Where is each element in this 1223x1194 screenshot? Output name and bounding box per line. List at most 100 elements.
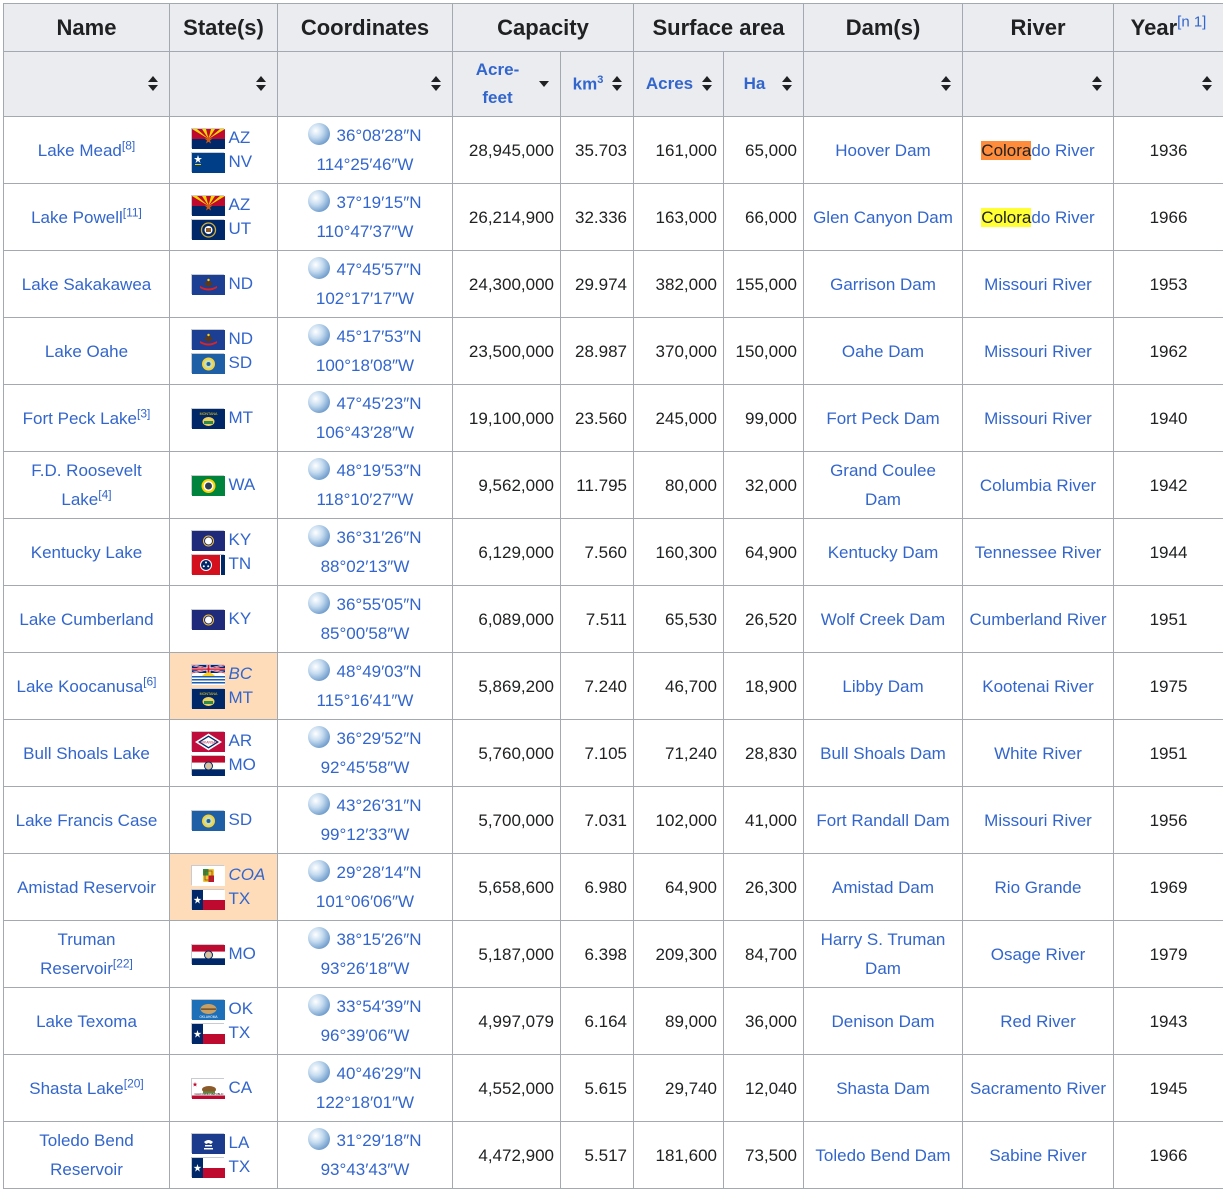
sort-acres-button[interactable]: Acres bbox=[634, 52, 724, 117]
dam-link[interactable]: Fort Peck Dam bbox=[826, 409, 939, 428]
river-link[interactable]: Rio Grande bbox=[995, 878, 1082, 897]
river-link[interactable]: Sacramento River bbox=[970, 1079, 1106, 1098]
river-link[interactable]: Colorado River bbox=[981, 141, 1094, 160]
latitude[interactable]: 47°45′23″N bbox=[336, 394, 421, 413]
river-link[interactable]: Missouri River bbox=[984, 342, 1092, 361]
header-acres[interactable]: Acres bbox=[646, 74, 693, 94]
coordinates-link[interactable]: 45°17′53″N 100°18′08″W bbox=[308, 322, 421, 380]
sort-year-button[interactable] bbox=[1114, 52, 1223, 117]
lake-link[interactable]: Lake Koocanusa bbox=[17, 677, 144, 696]
longitude[interactable]: 93°43′43″W bbox=[321, 1160, 410, 1179]
dam-link[interactable]: Amistad Dam bbox=[832, 878, 934, 897]
dam-link[interactable]: Fort Randall Dam bbox=[816, 811, 949, 830]
lake-link[interactable]: Toledo Bend Reservoir bbox=[39, 1131, 134, 1179]
longitude[interactable]: 118°10′27″W bbox=[317, 490, 414, 509]
latitude[interactable]: 48°49′03″N bbox=[336, 662, 421, 681]
longitude[interactable]: 85°00′58″W bbox=[321, 624, 410, 643]
longitude[interactable]: 100°18′08″W bbox=[316, 356, 414, 375]
river-link[interactable]: Missouri River bbox=[984, 409, 1092, 428]
lake-link[interactable]: Lake Powell bbox=[31, 208, 123, 227]
latitude[interactable]: 29°28′14″N bbox=[336, 863, 421, 882]
coordinates-link[interactable]: 37°19′15″N110°47′37″W bbox=[308, 188, 421, 246]
sort-dams-button[interactable] bbox=[804, 52, 963, 117]
dam-link[interactable]: Oahe Dam bbox=[842, 342, 924, 361]
latitude[interactable]: 45°17′53″N bbox=[336, 327, 421, 346]
state-link[interactable]: MT bbox=[229, 688, 257, 708]
state-link[interactable]: TX bbox=[229, 1157, 257, 1177]
dam-link[interactable]: Toledo Bend Dam bbox=[815, 1146, 950, 1165]
river-link[interactable]: Missouri River bbox=[984, 275, 1092, 294]
state-link[interactable]: MO bbox=[229, 755, 257, 775]
river-link[interactable]: Columbia River bbox=[980, 476, 1096, 495]
river-link[interactable]: Colorado River bbox=[981, 208, 1094, 227]
lake-link[interactable]: Shasta Lake bbox=[29, 1079, 124, 1098]
lake-link[interactable]: Lake Cumberland bbox=[19, 610, 153, 629]
state-link[interactable]: MT bbox=[229, 408, 257, 428]
dam-link[interactable]: Wolf Creek Dam bbox=[821, 610, 945, 629]
header-acre-feet[interactable]: Acre-feet bbox=[474, 56, 522, 112]
state-link[interactable]: UT bbox=[229, 219, 257, 239]
state-link[interactable]: LA bbox=[229, 1133, 257, 1153]
latitude[interactable]: 33°54′39″N bbox=[336, 997, 421, 1016]
dam-link[interactable]: Libby Dam bbox=[842, 677, 923, 696]
header-ha[interactable]: Ha bbox=[744, 74, 766, 94]
state-link[interactable]: BC bbox=[229, 664, 257, 684]
state-link[interactable]: CA bbox=[229, 1078, 257, 1098]
river-link[interactable]: Cumberland River bbox=[970, 610, 1107, 629]
coordinates-link[interactable]: 29°28′14″N 101°06′06″W bbox=[308, 858, 421, 916]
lake-link[interactable]: F.D. Roosevelt Lake bbox=[31, 461, 142, 509]
sort-river-button[interactable] bbox=[963, 52, 1114, 117]
latitude[interactable]: 36°29′52″N bbox=[336, 729, 421, 748]
state-link[interactable]: TN bbox=[229, 554, 257, 574]
longitude[interactable]: 122°18′01″W bbox=[316, 1093, 414, 1112]
dam-link[interactable]: Hoover Dam bbox=[835, 141, 930, 160]
coordinates-link[interactable]: 38°15′26″N93°26′18″W bbox=[308, 925, 421, 983]
state-link[interactable]: AZ bbox=[229, 195, 257, 215]
state-link[interactable]: WA bbox=[229, 475, 257, 495]
sort-acre-feet-button[interactable]: Acre-feet bbox=[453, 52, 561, 117]
dam-link[interactable]: Denison Dam bbox=[832, 1012, 935, 1031]
sort-ha-button[interactable]: Ha bbox=[724, 52, 804, 117]
longitude[interactable]: 93°26′18″W bbox=[321, 959, 410, 978]
dam-link[interactable]: Harry S. Truman Dam bbox=[821, 930, 946, 978]
coordinates-link[interactable]: 36°55′05″N 85°00′58″W bbox=[308, 590, 421, 648]
sort-km3-button[interactable]: km3 bbox=[561, 52, 634, 117]
state-link[interactable]: ND bbox=[229, 329, 257, 349]
latitude[interactable]: 40°46′29″N bbox=[336, 1064, 421, 1083]
river-link[interactable]: Red River bbox=[1000, 1012, 1076, 1031]
header-year-note[interactable]: [n 1] bbox=[1177, 13, 1206, 30]
state-link[interactable]: AR bbox=[229, 731, 257, 751]
lake-link[interactable]: Truman Reservoir bbox=[40, 930, 115, 978]
reference-link[interactable]: [8] bbox=[122, 138, 135, 152]
river-link[interactable]: Osage River bbox=[991, 945, 1085, 964]
longitude[interactable]: 106°43′28″W bbox=[316, 423, 414, 442]
coordinates-link[interactable]: 33°54′39″N96°39′06″W bbox=[308, 992, 421, 1050]
river-link[interactable]: Sabine River bbox=[989, 1146, 1086, 1165]
latitude[interactable]: 48°19′53″N bbox=[336, 461, 421, 480]
coordinates-link[interactable]: 48°19′53″N 118°10′27″W bbox=[308, 456, 421, 514]
lake-link[interactable]: Fort Peck Lake bbox=[23, 409, 137, 428]
longitude[interactable]: 101°06′06″W bbox=[316, 892, 414, 911]
state-link[interactable]: SD bbox=[229, 353, 257, 373]
dam-link[interactable]: Kentucky Dam bbox=[828, 543, 939, 562]
lake-link[interactable]: Amistad Reservoir bbox=[17, 878, 156, 897]
state-link[interactable]: KY bbox=[229, 530, 257, 550]
coordinates-link[interactable]: 48°49′03″N115°16′41″W bbox=[308, 657, 421, 715]
lake-link[interactable]: Lake Francis Case bbox=[16, 811, 158, 830]
latitude[interactable]: 36°55′05″N bbox=[336, 595, 421, 614]
state-link[interactable]: MO bbox=[229, 944, 257, 964]
river-link[interactable]: Tennessee River bbox=[975, 543, 1102, 562]
river-link[interactable]: Kootenai River bbox=[982, 677, 1094, 696]
reference-link[interactable]: [11] bbox=[123, 205, 142, 219]
state-link[interactable]: OK bbox=[229, 999, 257, 1019]
sort-coordinates-button[interactable] bbox=[278, 52, 453, 117]
latitude[interactable]: 36°31′26″N bbox=[336, 528, 421, 547]
lake-link[interactable]: Lake Texoma bbox=[36, 1012, 137, 1031]
longitude[interactable]: 88°02′13″W bbox=[321, 557, 410, 576]
dam-link[interactable]: Bull Shoals Dam bbox=[820, 744, 946, 763]
coordinates-link[interactable]: 43°26′31″N99°12′33″W bbox=[308, 791, 421, 849]
longitude[interactable]: 110°47′37″W bbox=[317, 222, 414, 241]
coordinates-link[interactable]: 36°08′28″N114°25′46″W bbox=[308, 121, 421, 179]
latitude[interactable]: 31°29′18″N bbox=[336, 1131, 421, 1150]
latitude[interactable]: 43°26′31″N bbox=[336, 796, 421, 815]
